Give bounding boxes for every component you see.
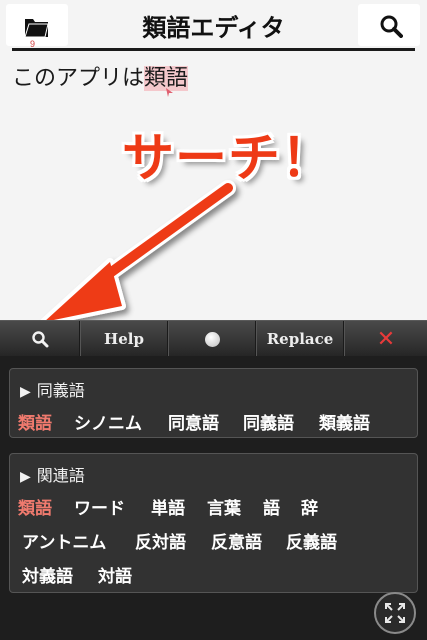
word-item[interactable]: 同意語 — [168, 409, 219, 434]
group-title-label: 関連語 — [36, 466, 85, 485]
fullscreen-button[interactable] — [374, 592, 416, 634]
disclosure-triangle-icon: ▶ — [20, 384, 31, 400]
help-button[interactable]: Help — [80, 321, 168, 357]
search-toolbar: Help Replace ✕ — [0, 320, 427, 357]
word-item[interactable]: 反義語 — [286, 528, 337, 553]
replace-button[interactable]: Replace — [256, 321, 344, 357]
close-button[interactable]: ✕ — [344, 321, 427, 357]
related-group: ▶ 関連語 類語 ワード 単語 言葉 語 辞 アントニム 反対語 反意語 反義語 … — [9, 453, 418, 593]
selection-handle-icon[interactable] — [166, 88, 174, 98]
synonym-group: ▶ 同義語 類語 シノニム 同意語 同義語 類義語 — [9, 368, 418, 438]
editor-text-line[interactable]: このアプリは類語 — [12, 60, 189, 92]
word-item[interactable]: 対語 — [98, 562, 132, 587]
circle-icon — [204, 331, 220, 347]
search-button[interactable] — [358, 4, 420, 46]
search-icon — [31, 331, 48, 348]
word-item[interactable]: 言葉 — [207, 494, 241, 519]
word-item[interactable]: 対義語 — [22, 562, 73, 587]
group-title[interactable]: ▶ 関連語 — [20, 462, 85, 486]
word-item[interactable]: 反意語 — [211, 528, 262, 553]
word-item[interactable]: 語 — [263, 494, 280, 519]
word-item[interactable]: シノニム — [74, 409, 142, 434]
word-item[interactable]: 単語 — [151, 494, 185, 519]
toolbar-search-button[interactable] — [0, 321, 80, 357]
disclosure-triangle-icon: ▶ — [20, 469, 31, 485]
header-divider — [12, 48, 415, 51]
record-button[interactable] — [168, 321, 256, 357]
expand-icon — [385, 603, 405, 623]
search-icon — [380, 15, 403, 38]
results-panel: ▶ 同義語 類語 シノニム 同意語 同義語 類義語 ▶ 関連語 類語 ワード 単語 … — [0, 356, 427, 640]
editor-text: このアプリは — [12, 66, 145, 91]
group-title[interactable]: ▶ 同義語 — [20, 377, 85, 401]
word-item[interactable]: 類義語 — [319, 409, 370, 434]
word-item[interactable]: ワード — [74, 494, 125, 519]
annotation-callout: サーチ！ — [122, 129, 335, 189]
group-title-label: 同義語 — [36, 381, 85, 400]
word-item[interactable]: 反対語 — [135, 528, 186, 553]
word-item[interactable]: 類語 — [18, 409, 52, 434]
word-item[interactable]: アントニム — [22, 528, 106, 553]
word-item[interactable]: 類語 — [18, 494, 52, 519]
header-bar: 9 類語エディタ — [0, 0, 427, 52]
word-item[interactable]: 同義語 — [243, 409, 294, 434]
word-item[interactable]: 辞 — [301, 494, 318, 519]
